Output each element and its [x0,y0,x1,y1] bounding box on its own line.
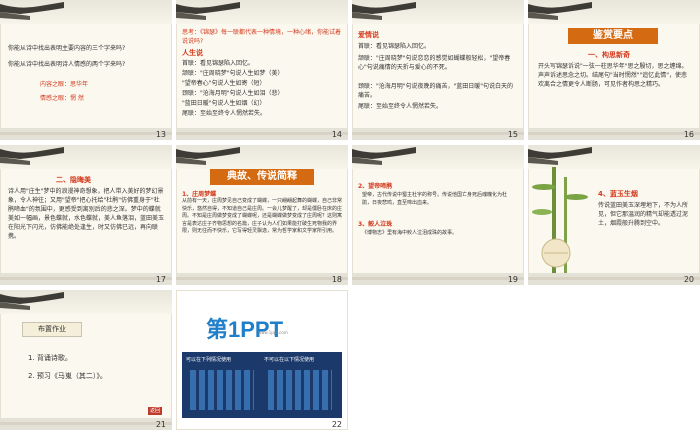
slide-18[interactable]: 典故、传说简释 1、庄周梦蝶 从前有一天，庄周梦见自己变成了蝴蝶，一只翩翩起舞的… [176,145,348,285]
slide-heading: 4、蓝玉生烟 [598,190,638,198]
roof-eaves-icon [528,2,592,20]
roof-eaves-icon [528,147,592,165]
answer-content: 内容之眼：思华年 [40,81,89,88]
slide-number: 17 [155,275,166,284]
allowed-icons [190,370,254,410]
slide-number: 20 [683,275,694,284]
slide-number: 22 [331,420,342,429]
forbidden-heading: 不可以在以下情况使用 [264,357,315,363]
roof-eaves-icon [176,147,240,165]
slide-17[interactable]: 二、隐晦美 诗人用"庄生"梦中的浪漫神奇想象，把人带入美好的梦幻景象，令人神往；… [0,145,172,285]
slide-footer [528,273,700,285]
slide-text: 首联：看见锦瑟陷入回忆。 [358,43,431,50]
back-button[interactable]: 返回 [148,407,163,415]
bamboo-illustration-icon [532,167,588,277]
slide-body: 传说蓝田美玉深埋地下，不为人所见，但它那温润的精气却能透过泥土，烟霞般升腾到空中… [598,202,689,227]
slide-number: 15 [507,130,518,139]
slide-number: 18 [331,275,342,284]
slide-heading: 爱情说 [358,31,379,39]
slide-heading: 人生说 [182,49,203,57]
slide-body: 开头写锦瑟诉说"一弦一柱思华年"思之殷切，思之缠绵。声声诉述思念之切。结尾句"当… [538,63,688,88]
slide-body: 望帝，古代传说中蜀主杜宇的称号。传说他国亡身死后魂魄化为杜鹃，日夜悲鸣，直至啼出… [362,192,508,206]
slide-heading: 2、望帝啼鹃 [358,183,393,190]
slide-footer [528,128,700,140]
slide-heading: 二、隐晦美 [56,176,91,184]
slide-footer [0,418,172,430]
slide-text: 颔联："庄周晓梦"句说恋恋的感觉如蝴蝶般轻松，"望帝春心"句说痛情的天折与爱心的… [358,55,511,71]
slide-number: 16 [683,130,694,139]
slide-footer [0,273,172,285]
roof-eaves-icon [352,2,416,20]
homework-item: 2. 预习《马嵬（其二）》。 [28,372,107,380]
slide-text: 颔联："庄周晓梦"句说人生如梦（美） [182,70,284,77]
slide-body: 诗人用"庄生"梦中的浪漫神奇想象，把人带入美好的梦幻景象，令人神往；又用"望帝"… [8,188,165,240]
usage-panel: 可以在下列情况使用 不可以在以下情况使用 [182,352,342,418]
slide-heading: 一、构思新奇 [588,51,630,59]
slide-15[interactable]: 爱情说 首联：看见锦瑟陷入回忆。 颔联："庄周晓梦"句说恋恋的感觉如蝴蝶般轻松，… [352,0,524,140]
slide-number: 13 [155,130,166,139]
slide-text: "望帝春心"句说人生如寄（短） [182,80,266,87]
slide-intro: 思考：《锦瑟》每一联都代表一种情境，一种心绪，你能试着说说吗? [182,29,342,45]
slide-footer [0,128,172,140]
slide-number: 19 [507,275,518,284]
slide-footer [352,273,524,285]
slide-footer [176,273,348,285]
slide-text: 尾联：至始至终令人惘然若失。 [182,110,267,117]
slide-number: 14 [331,130,342,139]
slide-text: 颈联："沧海月明"句说人生如泪（悲） [182,90,284,97]
slide-body: 《博物志》里有海中鲛人泣泪成珠的故事。 [362,230,458,236]
slide-title: 鉴赏要点 [568,28,658,44]
slide-footer [176,128,348,140]
slide-title: 典故、传说简释 [210,169,314,185]
slide-20[interactable]: 4、蓝玉生烟 传说蓝田美玉深埋地下，不为人所见，但它那温润的精气却能透过泥土，烟… [528,145,700,285]
slide-text: 你能从诗中找出表明主要内容的三个字来吗? [8,45,126,52]
roof-eaves-icon [0,292,64,310]
roof-eaves-icon [0,2,64,20]
slide-19[interactable]: 2、望帝啼鹃 望帝，古代传说中蜀主杜宇的称号。传说他国亡身死后魂魄化为杜鹃，日夜… [352,145,524,285]
roof-eaves-icon [352,147,416,165]
slide-text: 尾联：至始至终令人惘然若失。 [358,103,443,110]
slide-text: 你能从诗中找出表明诗人情感的两个字来吗? [8,61,126,68]
slide-title: 布置作业 [22,322,82,337]
slide-heading: 1、庄周梦蝶 [182,191,217,198]
slide-13[interactable]: 你能从诗中找出表明主要内容的三个字来吗? 你能从诗中找出表明诗人情感的两个字来吗… [0,0,172,140]
forbidden-icons [268,370,332,410]
slide-text: 颈联："沧海月明"句说夜晚的痛苦，"蓝田日暖"句说白天的痛苦。 [358,83,514,99]
slide-22[interactable]: 第1PPT www.1ppt.com 可以在下列情况使用 不可以在以下情况使用 … [176,290,348,430]
allowed-heading: 可以在下列情况使用 [186,357,232,363]
slide-14[interactable]: 思考：《锦瑟》每一联都代表一种情境，一种心绪，你能试着说说吗? 人生说 首联：看… [176,0,348,140]
slide-number: 21 [155,420,166,429]
slide-text: 首联：看见锦瑟陷入回忆。 [182,60,255,67]
roof-eaves-icon [0,147,64,165]
homework-item: 1. 背诵诗歌。 [28,354,72,362]
slide-21[interactable]: 布置作业 1. 背诵诗歌。 2. 预习《马嵬（其二）》。 返回 21 [0,290,172,430]
slide-body: 从前有一天，庄周梦见自己变成了蝴蝶，一只翩翩起舞的蝴蝶，自己非常快乐，悠然自得，… [182,198,343,234]
slide-text: "蓝田日暖"句说人生如烟（幻） [182,100,266,107]
slide-heading: 3、鲛人泣珠 [358,221,393,228]
brand-url: www.1ppt.com [258,330,288,335]
slide-footer [352,128,524,140]
slide-16[interactable]: 鉴赏要点 一、构思新奇 开头写锦瑟诉说"一弦一柱思华年"思之殷切，思之缠绵。声声… [528,0,700,140]
roof-eaves-icon [176,2,240,20]
answer-emotion: 情感之眼：惘 然 [40,95,84,102]
